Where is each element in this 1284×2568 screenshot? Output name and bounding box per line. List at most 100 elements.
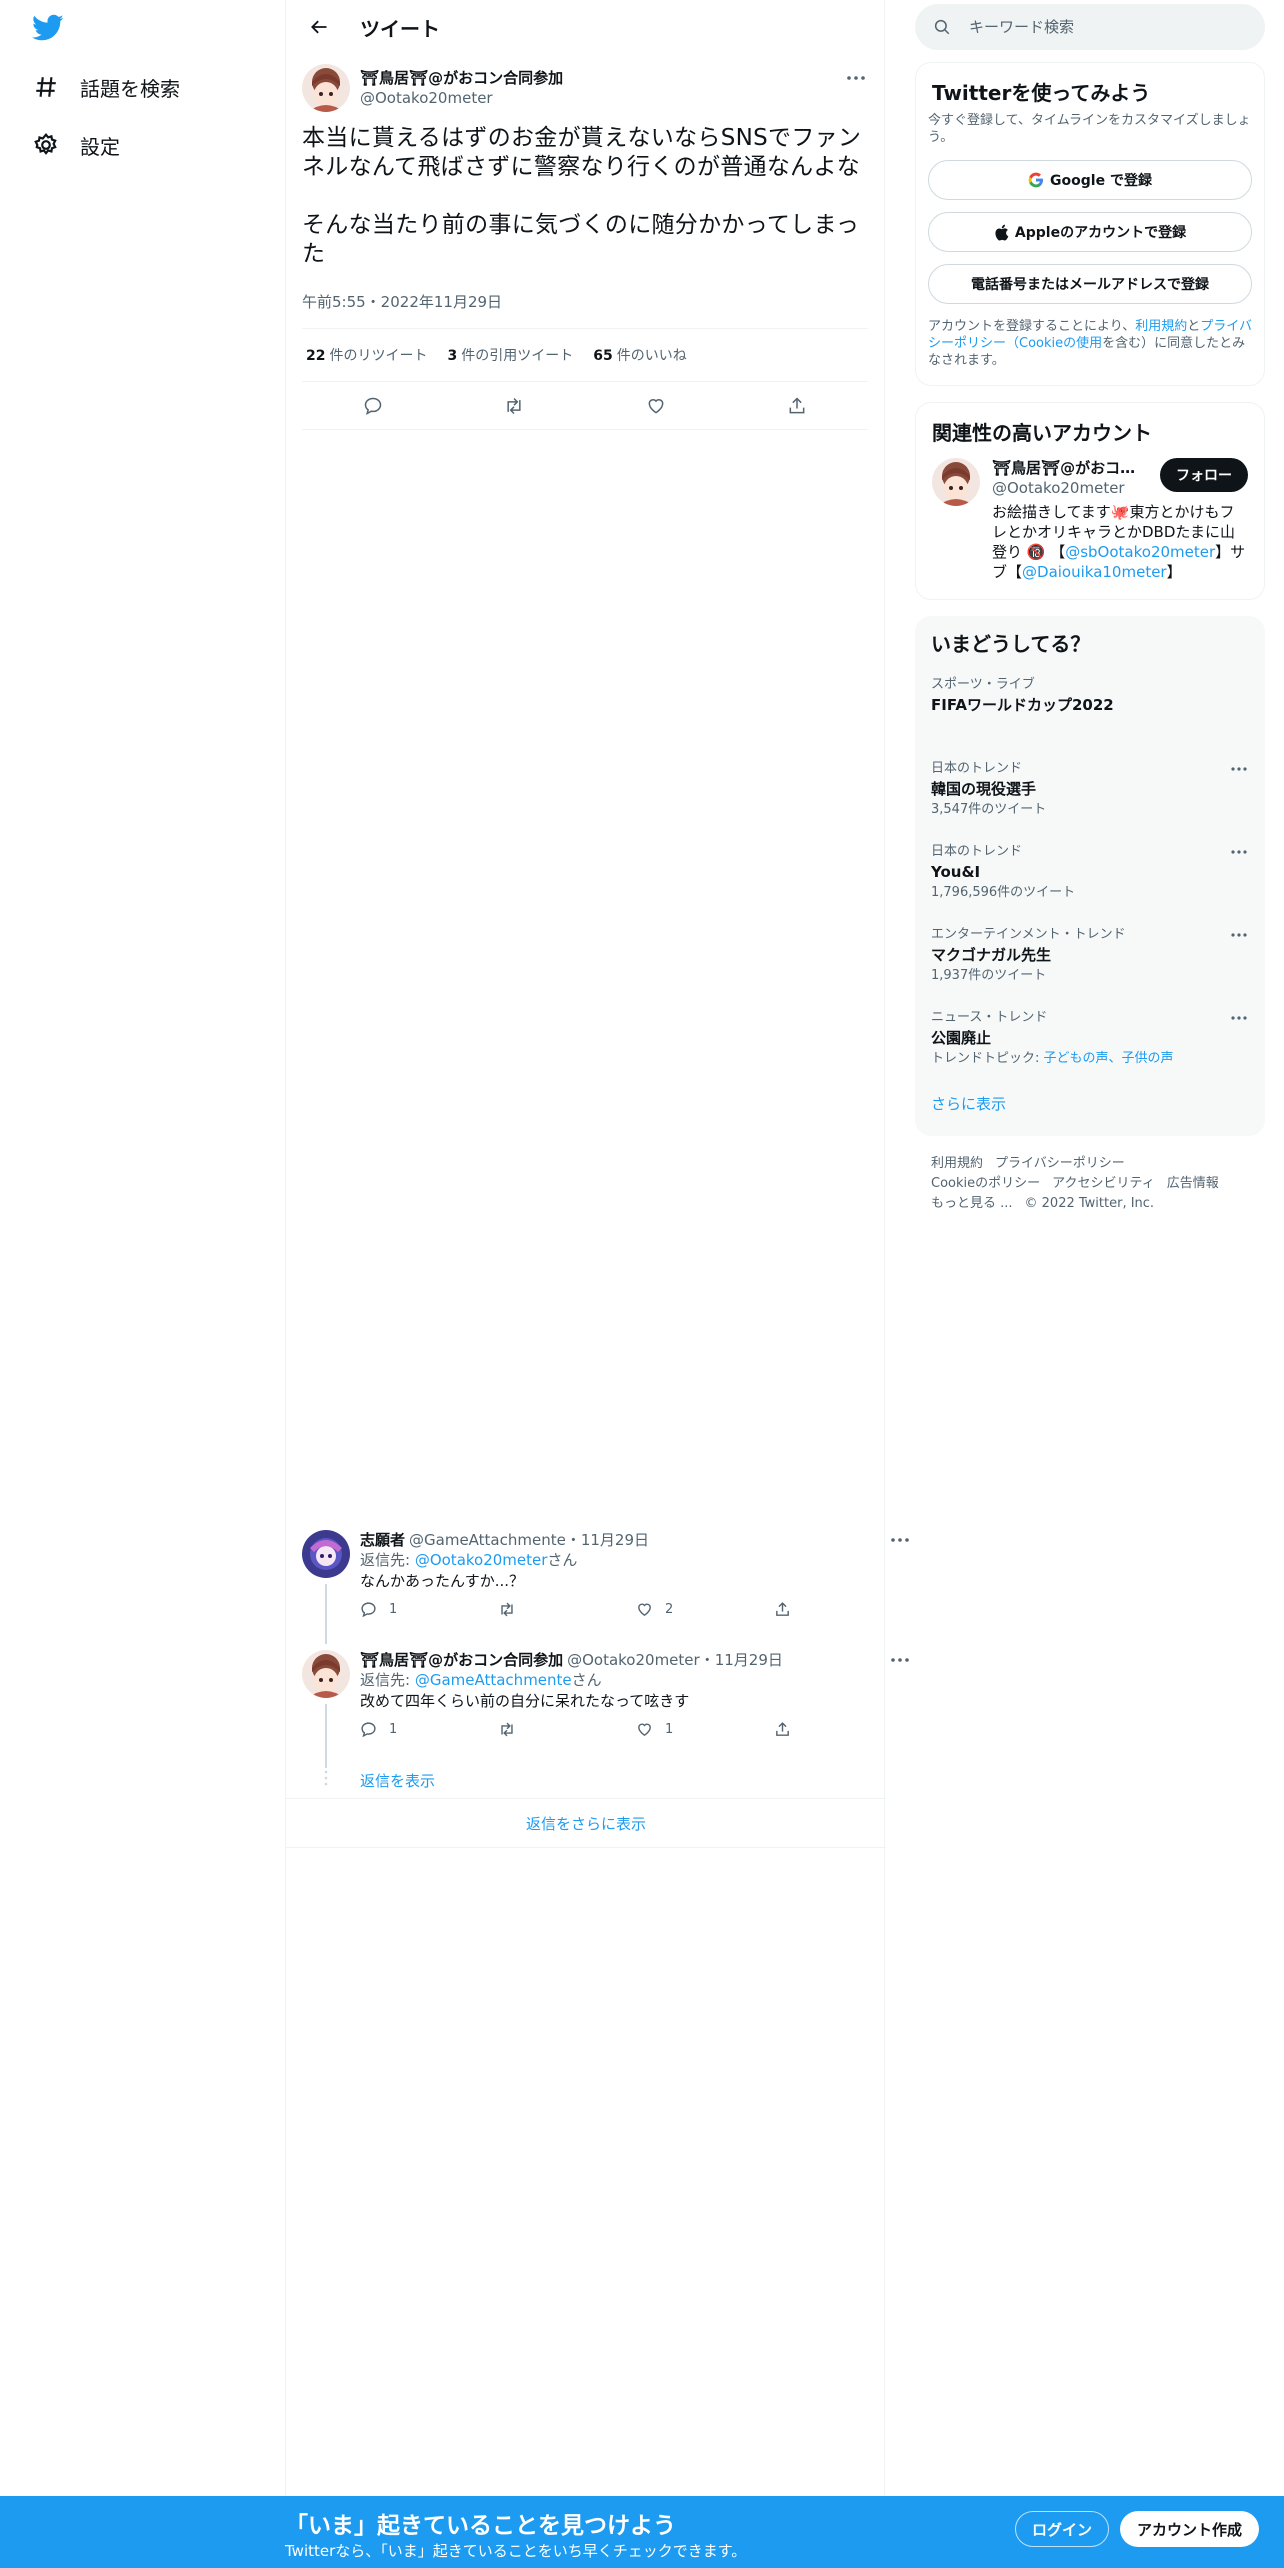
nav-settings[interactable]: 設定 [32,127,120,163]
reply-actions: 1 1 [360,1721,912,1738]
back-arrow-icon[interactable] [302,10,336,44]
share-button[interactable] [774,1601,912,1618]
like-button[interactable]: 1 [636,1721,774,1738]
retweets-stat[interactable]: 22 件のリツイート [306,345,427,365]
quotes-stat[interactable]: 3 件の引用ツイート [447,345,573,365]
trend-topic-links[interactable]: 子どもの声、子供の声 [1044,1051,1174,1066]
footer-cookie-link[interactable]: Cookieのポリシー [931,1176,1040,1191]
more-icon[interactable] [1227,844,1251,860]
tweet-actions [302,382,868,430]
reply-to-suffix: さん [547,1551,578,1569]
footer-more-link[interactable]: もっと見る ... [931,1196,1013,1211]
trend-item[interactable]: 日本のトレンド 韓国の現役選手 3,547件のツイート [915,761,1265,818]
footer-terms-link[interactable]: 利用規約 [931,1156,983,1171]
likes-stat[interactable]: 65 件のいいね [593,345,686,365]
reply-date[interactable]: ・11月29日 [700,1650,783,1670]
avatar[interactable] [302,1530,350,1578]
retweet-icon[interactable] [496,388,532,424]
tweet-text: 本当に貰えるはずのお金が貰えないならSNSでファンネルなんて飛ばさずに警察なり行… [302,125,862,267]
show-more-replies-button[interactable]: 返信をさらに表示 [286,1798,886,1848]
share-icon [776,1722,789,1736]
share-icon[interactable] [779,388,815,424]
like-icon[interactable] [638,388,674,424]
reply-to-suffix: さん [571,1671,602,1689]
more-icon[interactable] [888,1530,912,1550]
reply-button[interactable]: 1 [360,1721,498,1738]
nav-explore[interactable]: 話題を検索 [32,69,180,105]
tweet-timestamp[interactable]: 午前5:55・2022年11月29日 [302,291,868,329]
reply-to-handle[interactable]: @Ootako20meter [415,1551,548,1569]
reply-to-line: 返信先: @GameAttachmenteさん [360,1670,912,1690]
avatar[interactable] [932,458,980,506]
login-button[interactable]: ログイン [1015,2511,1110,2547]
reply-author-handle[interactable]: @GameAttachmente [409,1530,566,1550]
signup-banner: 「いま」起きていることを見つけよう Twitterなら、「いま」起きていることを… [0,2496,1284,2568]
author-name[interactable]: ⛩鳥居⛩@がおコン合同参加 [360,68,563,88]
reply-author-name[interactable]: ⛩鳥居⛩@がおコン合同参加 [360,1650,563,1670]
share-button[interactable] [774,1721,912,1738]
like-count: 2 [665,1602,674,1617]
reply-button[interactable]: 1 [360,1601,498,1618]
trend-category: ニュース・トレンド [931,1010,1048,1025]
trend-name: 韓国の現役選手 [931,780,1037,798]
reply-count: 1 [389,1722,398,1737]
apple-signup-button[interactable]: Appleのアカウントで登録 [928,212,1252,252]
trend-item[interactable]: エンターテインメント・トレンド マクゴナガル先生 1,937件のツイート [915,927,1265,984]
trends-show-more-link[interactable]: さらに表示 [915,1093,1265,1114]
phone-email-signup-button[interactable]: 電話番号またはメールアドレスで登録 [928,264,1252,304]
google-icon [1028,172,1044,188]
thread-connector [325,1584,327,1644]
reply-icon[interactable] [355,388,391,424]
bio-text-3: 】 [1166,563,1182,581]
likes-label: 件のいいね [616,348,687,364]
search-box[interactable] [915,4,1265,50]
more-icon[interactable] [1227,927,1251,943]
reply-date[interactable]: ・11月29日 [566,1530,649,1550]
banner-subtitle: Twitterなら、「いま」起きていることをいち早くチェックできます。 [285,2542,747,2560]
more-icon[interactable] [1227,761,1251,777]
reply-to-prefix: 返信先: [360,1551,415,1569]
retweet-button[interactable] [498,1601,636,1618]
footer-ads-link[interactable]: 広告情報 [1167,1176,1219,1191]
follow-button[interactable]: フォロー [1160,458,1248,492]
reply-tweet[interactable]: 志願者 @GameAttachmente ・11月29日 返信先: @Ootak… [286,1530,909,1644]
retweets-count: 22 [306,348,326,364]
reply-to-handle[interactable]: @GameAttachmente [415,1671,572,1689]
trend-item[interactable]: スポーツ・ライブ FIFAワールドカップ2022 [915,677,1265,715]
more-icon[interactable] [1227,1010,1251,1026]
more-icon[interactable] [844,68,868,88]
quotes-count: 3 [447,348,458,364]
footer-accessibility-link[interactable]: アクセシビリティ [1052,1176,1155,1191]
google-signup-button[interactable]: Google で登録 [928,160,1252,200]
twitter-logo-icon[interactable] [32,14,64,44]
show-replies-link[interactable]: 返信を表示 [360,1772,435,1790]
reply-tweet[interactable]: ⛩鳥居⛩@がおコン合同参加 @Ootako20meter ・11月29日 返信先… [286,1650,909,1768]
terms-link[interactable]: 利用規約 [1135,319,1187,334]
trend-name: マクゴナガル先生 [931,946,1052,964]
retweet-button[interactable] [498,1721,636,1738]
author-handle[interactable]: @Ootako20meter [360,88,563,108]
like-icon [638,1723,651,1737]
reply-to-line: 返信先: @Ootako20meterさん [360,1550,912,1570]
like-button[interactable]: 2 [636,1601,774,1618]
reply-author-handle[interactable]: @Ootako20meter [567,1650,700,1670]
trend-item[interactable]: ニュース・トレンド 公園廃止 トレンドトピック: 子どもの声、子供の声 [915,1010,1265,1067]
related-account[interactable]: ⛩鳥居⛩@がおコン合同参加 @Ootako20meter お絵描きしてます🐙東方… [916,446,1264,594]
avatar[interactable] [302,64,350,112]
related-name[interactable]: ⛩鳥居⛩@がおコン合同参加 [992,458,1142,478]
reply-text: なんかあったんすか...？ [360,1572,525,1590]
reply-to-prefix: 返信先: [360,1671,415,1689]
search-input[interactable] [969,18,1229,36]
trend-item[interactable]: 日本のトレンド You&I 1,796,596件のツイート [915,844,1265,901]
signup-subtitle: 今すぐ登録して、タイムラインをカスタマイズしましょう。 [928,113,1251,145]
more-icon[interactable] [888,1650,912,1670]
bio-link-1[interactable]: @sbOotako20meter [1065,543,1215,561]
reply-author-name[interactable]: 志願者 [360,1530,405,1550]
footer-privacy-link[interactable]: プライバシーポリシー [995,1156,1125,1171]
signup-button[interactable]: アカウント作成 [1120,2511,1260,2547]
share-icon [776,1602,789,1616]
header: ツイート [286,0,884,54]
cookie-link[interactable]: Cookieの使用 [1019,336,1102,351]
avatar[interactable] [302,1650,350,1698]
bio-link-2[interactable]: @Daiouika10meter [1022,563,1167,581]
